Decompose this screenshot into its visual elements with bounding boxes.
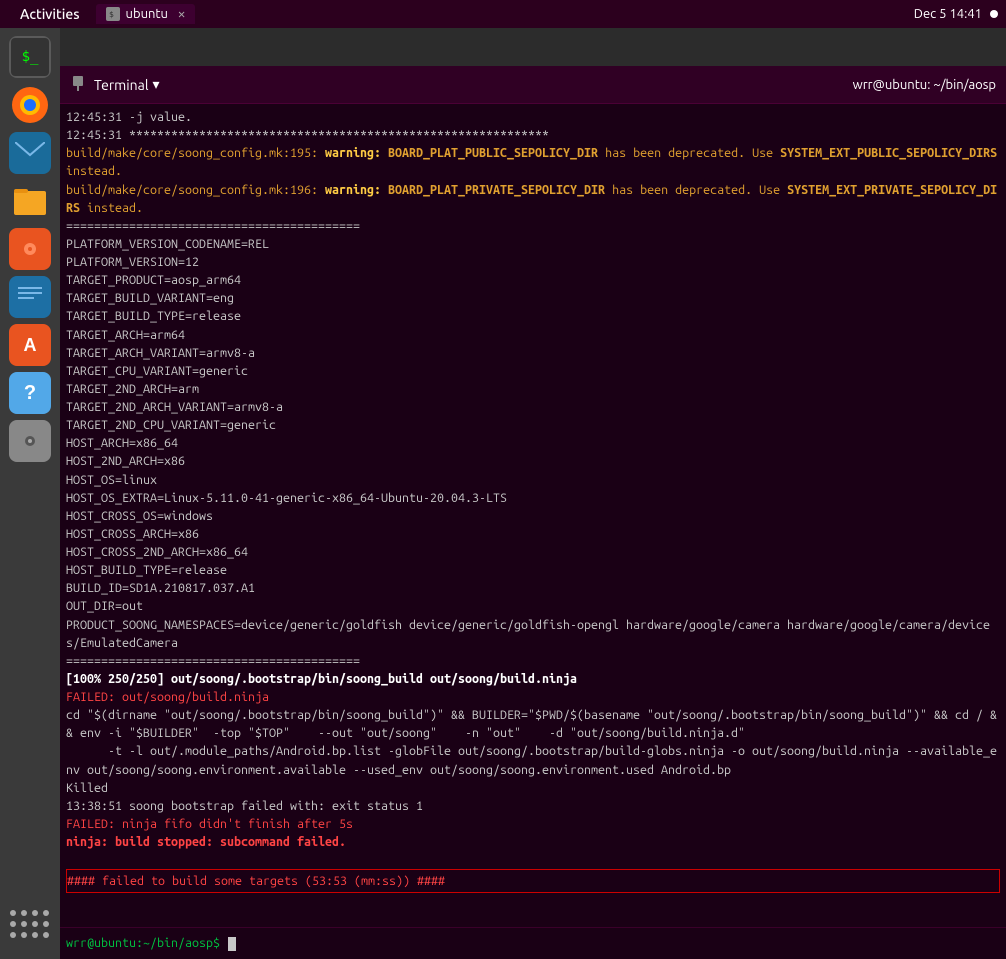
sidebar-item-files[interactable] (9, 180, 51, 222)
term-line: TARGET_ARCH_VARIANT=armv8-a (66, 344, 1000, 362)
term-line: 13:38:51 soong bootstrap failed with: ex… (66, 797, 1000, 815)
system-bar: Activities $ ubuntu ✕ Dec 5 14:41 (0, 0, 1006, 28)
sidebar-item-help[interactable]: ? (9, 372, 51, 414)
term-line: cd "$(dirname "out/soong/.bootstrap/bin/… (66, 706, 1000, 779)
terminal-cursor (228, 937, 236, 951)
term-line: OUT_DIR=out (66, 597, 1000, 615)
apps-grid-icon (10, 910, 51, 951)
term-line: PRODUCT_SOONG_NAMESPACES=device/generic/… (66, 616, 1000, 652)
sidebar-item-firefox[interactable] (9, 84, 51, 126)
term-line: HOST_CROSS_OS=windows (66, 507, 1000, 525)
terminal-title: wrr@ubuntu: ~/bin/aosp (168, 78, 996, 92)
term-line: TARGET_BUILD_TYPE=release (66, 307, 1000, 325)
term-line: TARGET_BUILD_VARIANT=eng (66, 289, 1000, 307)
sidebar-item-writer[interactable] (9, 276, 51, 318)
term-line: HOST_BUILD_TYPE=release (66, 561, 1000, 579)
window-close-icon[interactable]: ✕ (178, 7, 185, 21)
activities-button[interactable]: Activities (8, 2, 92, 26)
status-indicator (990, 10, 998, 18)
term-line: 12:45:31 *******************************… (66, 126, 1000, 144)
window-tab-label: ubuntu (126, 7, 168, 21)
term-line-ninja-failed: FAILED: ninja fifo didn't finish after 5… (66, 815, 1000, 833)
term-line: TARGET_ARCH=arm64 (66, 326, 1000, 344)
term-line: ========================================… (66, 217, 1000, 235)
term-line: ========================================… (66, 652, 1000, 670)
terminal-titlebar: Terminal ▾ wrr@ubuntu: ~/bin/aosp (60, 66, 1006, 104)
terminal-prompt-bar: wrr@ubuntu:~/bin/aosp$ (60, 927, 1006, 959)
term-line: Killed (66, 779, 1000, 797)
window-tab-icon: $ (106, 7, 120, 21)
term-line: HOST_2ND_ARCH=x86 (66, 452, 1000, 470)
term-line-subcommand-failed: ninja: build stopped: subcommand failed. (66, 833, 1000, 851)
terminal-menu-chevron: ▾ (153, 76, 160, 93)
term-line: HOST_OS_EXTRA=Linux-5.11.0-41-generic-x8… (66, 489, 1000, 507)
datetime-label: Dec 5 14:41 (914, 7, 982, 21)
svg-text:?: ? (24, 382, 36, 404)
term-line: HOST_CROSS_ARCH=x86 (66, 525, 1000, 543)
term-line: build/make/core/soong_config.mk:195: war… (66, 144, 1000, 180)
sidebar: $_ (0, 28, 60, 959)
terminal-prompt[interactable]: wrr@ubuntu:~/bin/aosp$ (66, 936, 236, 951)
terminal-window: Terminal ▾ wrr@ubuntu: ~/bin/aosp 12:45:… (60, 66, 1006, 959)
term-line: build/make/core/soong_config.mk:196: war… (66, 181, 1000, 217)
term-line: HOST_CROSS_2ND_ARCH=x86_64 (66, 543, 1000, 561)
term-line: TARGET_CPU_VARIANT=generic (66, 362, 1000, 380)
term-line: PLATFORM_VERSION_CODENAME=REL (66, 235, 1000, 253)
svg-text:$: $ (109, 10, 114, 19)
term-line: BUILD_ID=SD1A.210817.037.A1 (66, 579, 1000, 597)
sidebar-item-terminal[interactable]: $_ (9, 36, 51, 78)
terminal-output[interactable]: 12:45:31 -j value. 12:45:31 ************… (60, 104, 1006, 927)
term-line-failed: FAILED: out/soong/build.ninja (66, 688, 1000, 706)
terminal-menu-label: Terminal (94, 77, 149, 93)
term-line-error-box: #### failed to build some targets (53:53… (66, 869, 1000, 893)
term-line: PLATFORM_VERSION=12 (66, 253, 1000, 271)
terminal-menu-button[interactable]: Terminal ▾ (94, 76, 160, 93)
sidebar-item-dvd[interactable] (9, 420, 51, 462)
svg-text:A: A (24, 335, 37, 355)
sidebar-item-appstore[interactable]: A (9, 324, 51, 366)
system-bar-left: Activities $ ubuntu ✕ (8, 2, 195, 26)
term-line: HOST_ARCH=x86_64 (66, 434, 1000, 452)
term-line: TARGET_2ND_ARCH=arm (66, 380, 1000, 398)
system-bar-right: Dec 5 14:41 (914, 7, 998, 21)
term-line (66, 851, 1000, 869)
term-line: [100% 250/250] out/soong/.bootstrap/bin/… (66, 670, 1000, 688)
term-line: TARGET_PRODUCT=aosp_arm64 (66, 271, 1000, 289)
term-line: TARGET_2ND_CPU_VARIANT=generic (66, 416, 1000, 434)
window-tab[interactable]: $ ubuntu ✕ (96, 4, 196, 24)
sidebar-item-apps[interactable] (9, 909, 51, 951)
pin-icon[interactable] (70, 75, 86, 94)
prompt-text: wrr@ubuntu:~/bin/aosp$ (66, 936, 220, 950)
sidebar-item-music[interactable] (9, 228, 51, 270)
term-line: 12:45:31 -j value. (66, 108, 1000, 126)
sidebar-item-mail[interactable] (9, 132, 51, 174)
term-line: TARGET_2ND_ARCH_VARIANT=armv8-a (66, 398, 1000, 416)
term-line: HOST_OS=linux (66, 471, 1000, 489)
